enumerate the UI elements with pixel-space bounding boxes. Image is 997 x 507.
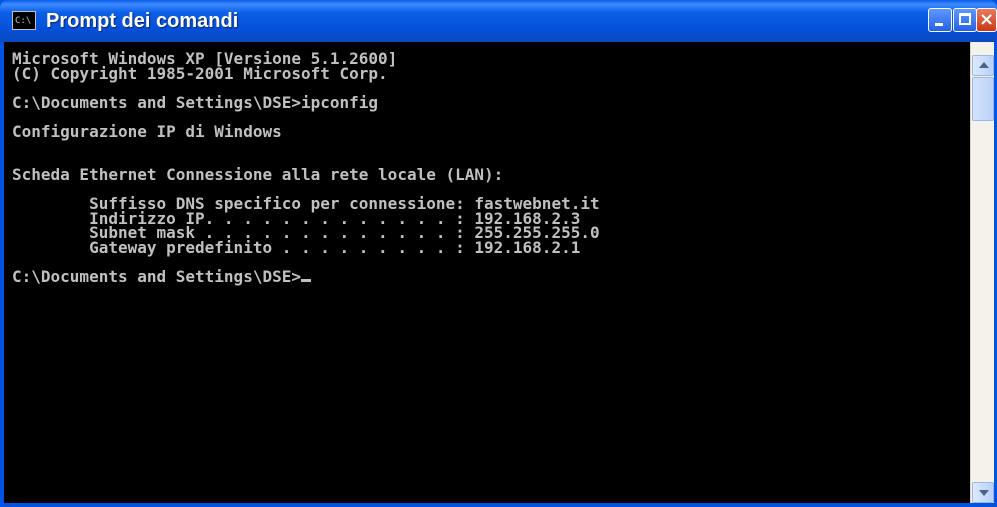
scrollbar-thumb[interactable] (972, 77, 994, 121)
window-border-bottom (0, 503, 997, 507)
console-line: C:\Documents and Settings\DSE>ipconfig (12, 92, 379, 112)
maximize-button[interactable] (953, 8, 977, 32)
console-line: Scheda Ethernet Connessione alla rete lo… (12, 165, 504, 184)
minimize-button[interactable] (928, 8, 952, 32)
console-icon[interactable]: C:\ (12, 11, 36, 30)
console-text: Microsoft Windows XP [Versione 5.1.2600]… (4, 42, 970, 286)
console-line: (C) Copyright 1985-2001 Microsoft Corp. (12, 63, 388, 83)
text-cursor (300, 278, 311, 282)
close-button[interactable]: × (976, 8, 997, 32)
maximize-icon (959, 13, 971, 25)
title-bar[interactable]: C:\ Prompt dei comandi × (0, 0, 997, 42)
command-prompt-window: C:\ Prompt dei comandi × Microsoft Windo… (0, 0, 997, 507)
console-prompt: C:\Documents and Settings\DSE> (12, 266, 301, 286)
console-line: Configurazione IP di Windows (12, 121, 282, 141)
arrow-down-icon (979, 490, 989, 496)
minimize-icon (935, 23, 943, 26)
arrow-up-icon (979, 62, 989, 68)
console-line: Gateway predefinito . . . . . . . . . : … (12, 237, 581, 257)
scroll-up-button[interactable] (972, 55, 994, 76)
console-output[interactable]: Microsoft Windows XP [Versione 5.1.2600]… (4, 42, 970, 503)
vertical-scrollbar[interactable] (970, 42, 994, 503)
scroll-down-button[interactable] (972, 482, 994, 503)
window-title: Prompt dei comandi (46, 10, 239, 32)
close-icon: × (978, 9, 995, 30)
